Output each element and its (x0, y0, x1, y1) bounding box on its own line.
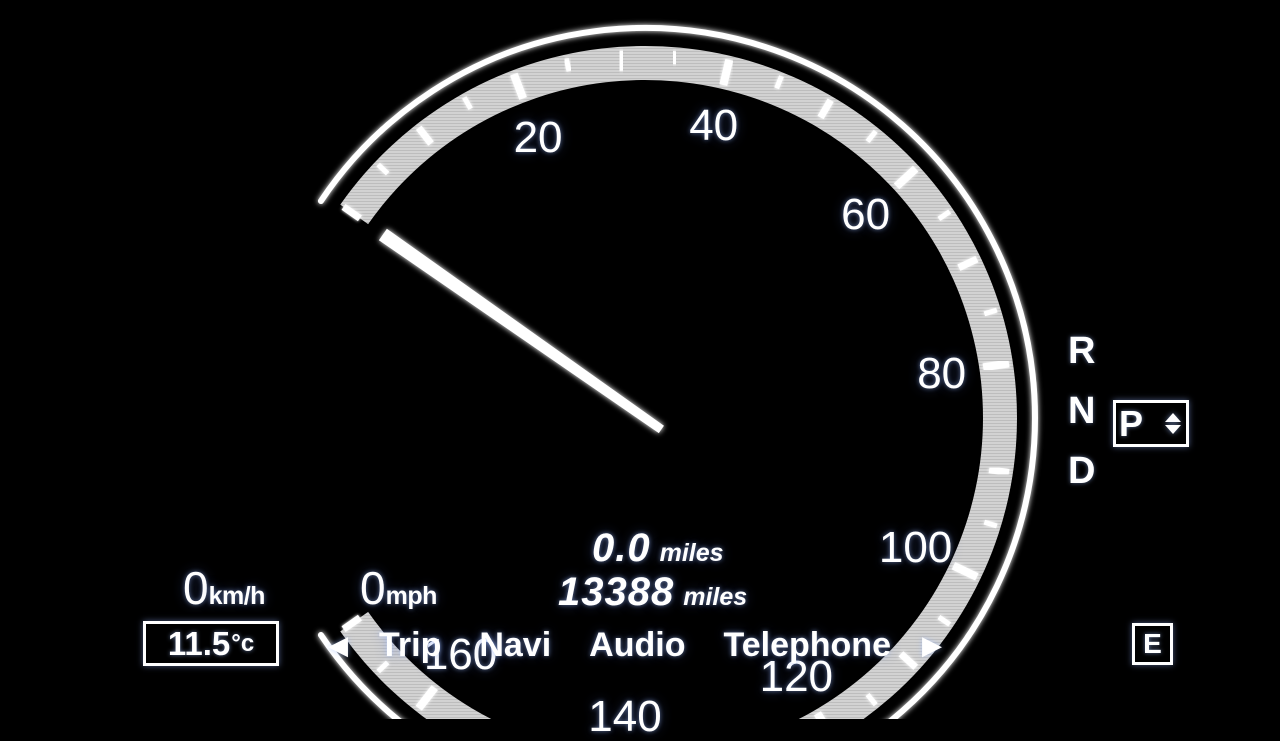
menu-item-telephone[interactable]: Telephone (704, 628, 910, 662)
chevron-down-icon (1165, 425, 1181, 434)
prev-arrow-icon[interactable]: ◀ (316, 632, 360, 658)
gear-position-d: D (1068, 450, 1096, 492)
kmh-value: 0 (183, 562, 209, 614)
selected-gear-indicator: P (1113, 400, 1189, 447)
fuel-empty-indicator: E (1132, 623, 1173, 665)
speedometer-needle (378, 228, 664, 434)
gauge-ticks (341, 50, 1013, 719)
kmh-readout: 0km/h (183, 565, 265, 611)
selected-gear-value: P (1119, 402, 1144, 444)
gauge-label-60: 60 (841, 189, 891, 239)
gauge-band (340, 46, 1017, 719)
gear-position-list: R N D (1068, 332, 1095, 490)
trip-unit: miles (659, 539, 724, 567)
odometer-value: 13388 (558, 570, 675, 614)
menu-item-navi[interactable]: Navi (460, 628, 570, 662)
gauge-label-40: 40 (689, 100, 739, 150)
odometer: 13388 miles (558, 572, 747, 612)
outside-temperature-display: 11.5 °c (143, 621, 279, 666)
next-arrow-icon[interactable]: ▶ (910, 632, 954, 658)
mph-unit: mph (385, 582, 438, 610)
gauge-label-20: 20 (513, 112, 563, 162)
temperature-unit: °c (231, 629, 255, 657)
gauge-label-140: 140 (588, 692, 662, 741)
odometer-unit: miles (683, 583, 748, 611)
menu-item-audio[interactable]: Audio (570, 628, 704, 662)
menu-bar: ◀ Trip Navi Audio Telephone ▶ (316, 620, 954, 670)
gear-shift-arrows (1165, 413, 1181, 434)
chevron-up-icon (1165, 413, 1181, 422)
instrument-cluster: 20 40 60 80 100 120 140 160 0km/h 0mph 0.0 miles… (0, 0, 1280, 739)
gauge-label-80: 80 (917, 348, 967, 398)
fuel-indicator-value: E (1143, 628, 1162, 659)
temperature-value: 11.5 (167, 625, 231, 662)
gear-position-r: R (1068, 330, 1096, 372)
mph-value: 0 (360, 562, 386, 614)
gear-position-n: N (1068, 390, 1096, 432)
kmh-unit: km/h (208, 582, 266, 610)
menu-item-trip[interactable]: Trip (360, 628, 460, 662)
mph-readout: 0mph (360, 565, 437, 611)
gauge-label-100: 100 (878, 522, 953, 572)
trip-value: 0.0 (592, 526, 651, 570)
trip-meter: 0.0 miles (592, 528, 724, 568)
